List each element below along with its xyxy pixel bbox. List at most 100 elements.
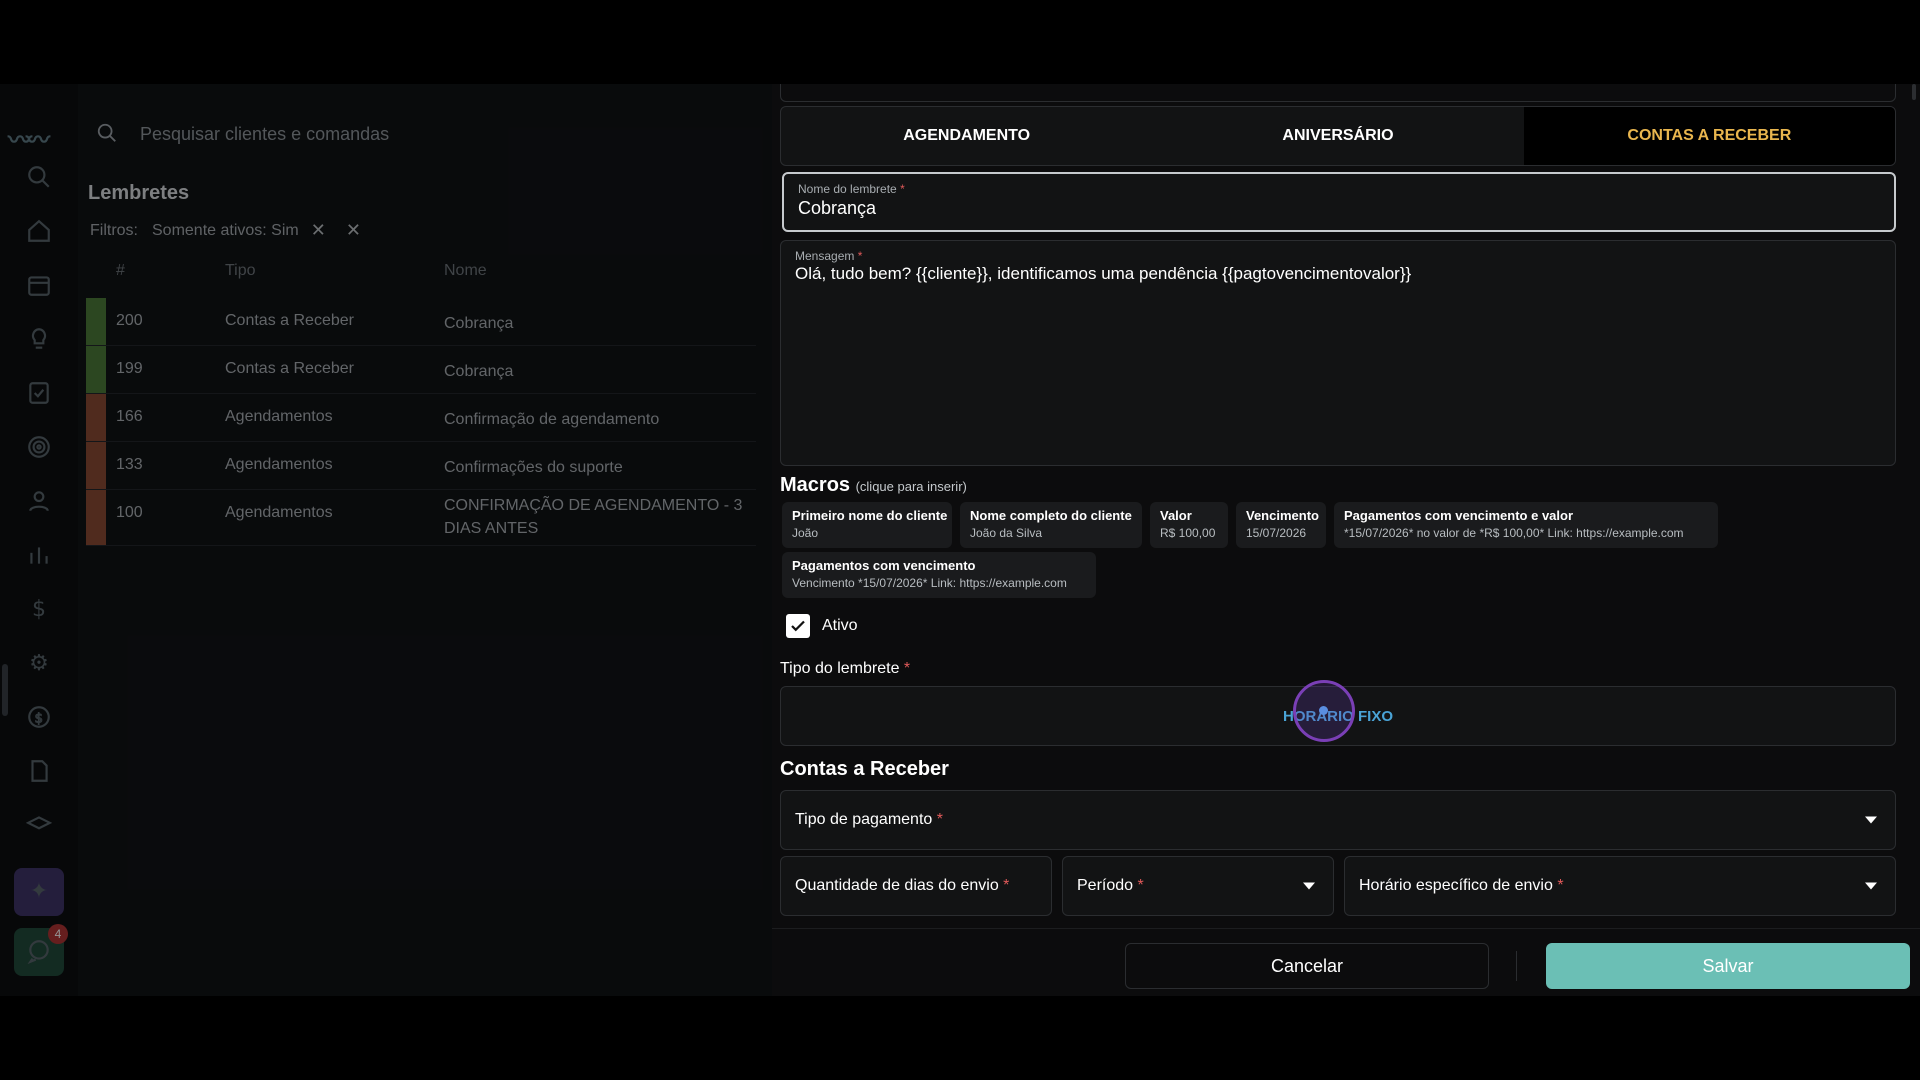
filter-chip-label: Somente ativos: Sim xyxy=(152,221,299,239)
search-bar xyxy=(92,112,762,156)
row-id: 166 xyxy=(116,408,143,425)
macro-payments-due[interactable]: Pagamentos com vencimento Vencimento *15/… xyxy=(782,552,1096,598)
filters-bar: Filtros: Somente ativos: Sim ✕ ✕ xyxy=(90,220,361,241)
target-icon[interactable] xyxy=(25,434,53,462)
row-id: 133 xyxy=(116,456,143,473)
macros-heading: Macros (clique para inserir) xyxy=(780,474,967,496)
macros-hint: (clique para inserir) xyxy=(855,479,967,494)
active-checkbox[interactable] xyxy=(786,614,810,638)
checklist-icon[interactable] xyxy=(25,380,53,408)
row-name: Cobrança xyxy=(444,315,514,332)
row-type: Agendamentos xyxy=(225,456,333,473)
reminder-name-value: Cobrança xyxy=(798,198,877,218)
active-label: Ativo xyxy=(822,617,858,634)
reminder-modal: AGENDAMENTO ANIVERSÁRIO CONTAS A RECEBER… xyxy=(772,84,1920,996)
modal-footer: Cancelar Salvar xyxy=(772,928,1920,996)
tab-agendamento[interactable]: AGENDAMENTO xyxy=(781,107,1152,165)
document-icon[interactable] xyxy=(25,758,53,786)
tab-aniversario[interactable]: ANIVERSÁRIO xyxy=(1152,107,1523,165)
table-row[interactable]: 100 Agendamentos CONFIRMAÇÃO DE AGENDAMENT… xyxy=(86,490,756,546)
filters-label: Filtros: xyxy=(90,221,138,239)
user-icon[interactable] xyxy=(25,488,53,516)
row-type-color xyxy=(86,394,106,441)
page-title: Lembretes xyxy=(88,182,190,204)
footer-divider xyxy=(1516,951,1517,981)
calendar-icon[interactable] xyxy=(25,272,53,300)
payment-type-label: Tipo de pagamento * xyxy=(795,811,943,828)
active-toggle[interactable]: Ativo xyxy=(786,614,858,638)
macro-first-name[interactable]: Primeiro nome do cliente João xyxy=(782,502,952,548)
check-icon xyxy=(791,620,805,632)
row-id: 100 xyxy=(116,504,143,521)
ai-assistant-button[interactable]: ✦ xyxy=(14,868,64,916)
home-icon[interactable] xyxy=(25,218,53,246)
chart-icon[interactable] xyxy=(25,542,53,570)
reminder-name-field[interactable]: Nome do lembrete * Cobrança xyxy=(782,172,1896,232)
clear-filters-icon[interactable]: ✕ xyxy=(346,220,361,241)
macro-payments-due-value[interactable]: Pagamentos com vencimento e valor *15/07/… xyxy=(1334,502,1718,548)
filter-chip[interactable]: Somente ativos: Sim ✕ xyxy=(152,220,326,241)
message-field[interactable]: Mensagem * Olá, tudo bem? {{cliente}}, i… xyxy=(780,240,1896,466)
row-type-color xyxy=(86,490,106,545)
reminder-type-tabs: AGENDAMENTO ANIVERSÁRIO CONTAS A RECEBER xyxy=(780,106,1896,166)
chevron-down-icon xyxy=(1865,816,1877,824)
save-button[interactable]: Salvar xyxy=(1546,943,1910,989)
table-row[interactable]: 200 Contas a Receber Cobrança xyxy=(86,298,756,346)
reminder-name-label: Nome do lembrete * xyxy=(798,182,905,196)
column-header-id[interactable]: # xyxy=(116,262,125,280)
column-header-tipo[interactable]: Tipo xyxy=(225,262,256,280)
cancel-button[interactable]: Cancelar xyxy=(1125,943,1489,989)
reminder-type-label: Tipo do lembrete * xyxy=(780,660,911,677)
app-stage: 〰〰 $ ⚙ $ ✦ 4 Pesquisar clientes e comand… xyxy=(0,84,1920,996)
row-type-color xyxy=(86,346,106,393)
search-icon[interactable] xyxy=(25,164,53,192)
mouse-cursor xyxy=(1319,706,1328,715)
row-name: Confirmação de agendamento xyxy=(444,411,660,428)
previous-field xyxy=(780,84,1896,102)
dollar-icon[interactable]: $ xyxy=(25,596,53,624)
money-circle-icon[interactable]: $ xyxy=(25,704,53,732)
row-type: Agendamentos xyxy=(225,504,333,521)
macro-value[interactable]: Valor R$ 100,00 xyxy=(1150,502,1228,548)
sidebar-rail: 〰〰 $ ⚙ $ ✦ 4 xyxy=(0,84,78,996)
table-row[interactable]: 199 Contas a Receber Cobrança xyxy=(86,346,756,394)
remove-filter-icon[interactable]: ✕ xyxy=(311,220,326,241)
section-title: Contas a Receber xyxy=(780,758,949,780)
gear-icon[interactable]: ⚙ xyxy=(25,650,53,678)
row-type: Agendamentos xyxy=(225,408,333,425)
table-row[interactable]: 133 Agendamentos Confirmações do suporte xyxy=(86,442,756,490)
svg-text:$: $ xyxy=(35,711,43,726)
column-header-nome[interactable]: Nome xyxy=(444,262,487,280)
row-id: 200 xyxy=(116,312,143,329)
search-icon xyxy=(96,122,118,144)
lightbulb-icon[interactable] xyxy=(25,326,53,354)
message-label: Mensagem * xyxy=(795,249,863,263)
sparkle-icon: ✦ xyxy=(29,879,49,904)
macro-full-name[interactable]: Nome completo do cliente João da Silva xyxy=(960,502,1142,548)
app-logo: 〰〰 xyxy=(8,126,50,154)
days-quantity-field[interactable]: Quantidade de dias do envio * xyxy=(780,856,1052,916)
reminder-type-selector: HORÁRIO FIXO xyxy=(780,680,1896,746)
payment-type-select[interactable]: Tipo de pagamento * xyxy=(780,790,1896,850)
chat-badge: 4 xyxy=(48,924,68,944)
row-name: Confirmações do suporte xyxy=(444,459,623,476)
period-label: Período * xyxy=(1077,877,1144,894)
table-row[interactable]: 166 Agendamentos Confirmação de agendament… xyxy=(86,394,756,442)
days-quantity-label: Quantidade de dias do envio * xyxy=(795,877,1010,894)
graduation-icon[interactable] xyxy=(25,812,53,840)
specific-time-select[interactable]: Horário específico de envio * xyxy=(1344,856,1896,916)
row-name: CONFIRMAÇÃO DE AGENDAMENTO - 3 DIAS ANTE… xyxy=(444,497,743,537)
macro-due-date[interactable]: Vencimento 15/07/2026 xyxy=(1236,502,1326,548)
period-select[interactable]: Período * xyxy=(1062,856,1334,916)
row-type-color xyxy=(86,298,106,345)
chevron-down-icon xyxy=(1303,882,1315,890)
row-type-color xyxy=(86,442,106,489)
row-id: 199 xyxy=(116,360,143,377)
row-type: Contas a Receber xyxy=(225,312,354,329)
search-input[interactable] xyxy=(140,118,720,150)
tab-contas-a-receber[interactable]: CONTAS A RECEBER xyxy=(1523,107,1895,165)
chat-icon xyxy=(25,938,53,966)
message-value: Olá, tudo bem? {{cliente}}, identificamo… xyxy=(795,264,1412,283)
row-type: Contas a Receber xyxy=(225,360,354,377)
scrollbar[interactable] xyxy=(1912,84,1916,100)
